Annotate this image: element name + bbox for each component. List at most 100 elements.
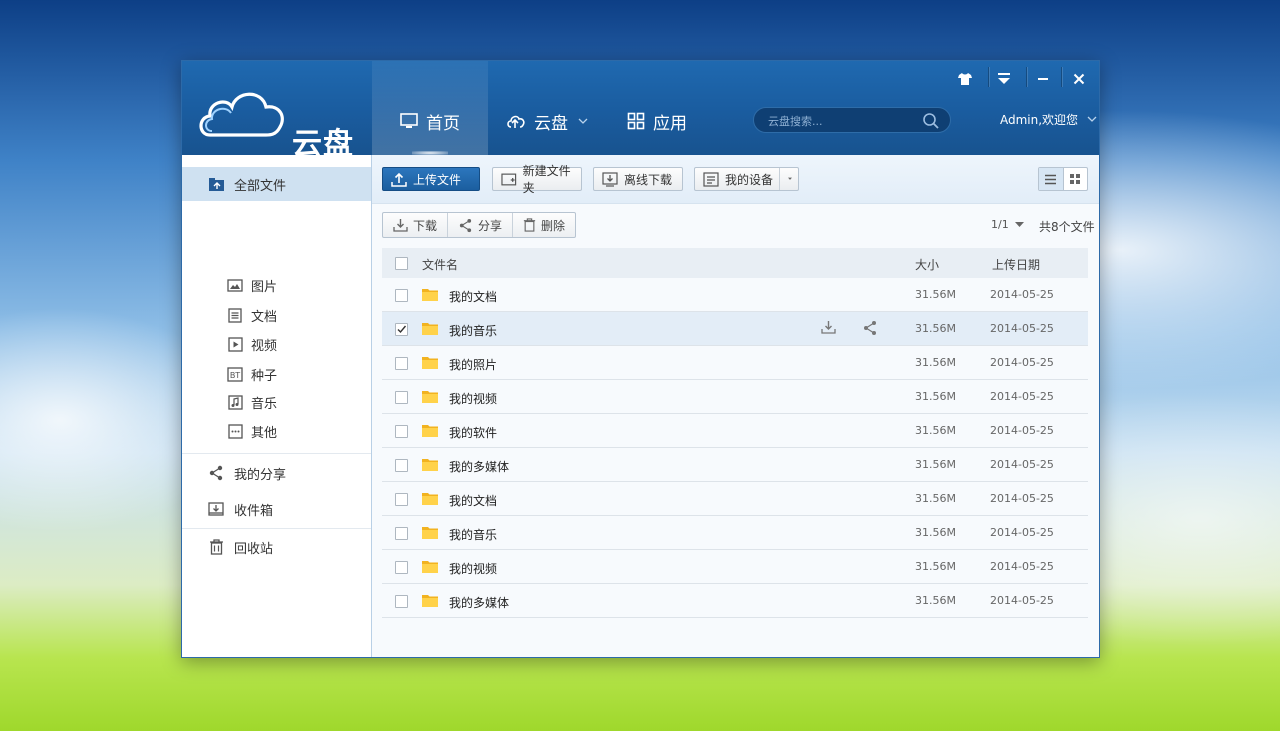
file-size: 31.56M: [915, 356, 956, 369]
minimize-button[interactable]: [1030, 67, 1056, 91]
device-icon: [703, 171, 719, 187]
table-row[interactable]: 我的音乐 31.56M 2014-05-25: [382, 312, 1088, 346]
close-button[interactable]: [1066, 67, 1092, 91]
svg-text:BT: BT: [230, 371, 240, 380]
row-checkbox[interactable]: [395, 561, 408, 574]
my-devices-dropdown[interactable]: [779, 168, 798, 190]
file-size: 31.56M: [915, 492, 956, 505]
sidebar-item-music[interactable]: 音乐: [226, 390, 277, 414]
titlebar-divider: [1026, 67, 1027, 87]
sidebar-item-videos-label: 视频: [251, 338, 278, 354]
offline-download-label: 离线下载: [624, 172, 673, 187]
nav-tab-cloud[interactable]: 云盘: [498, 61, 598, 155]
sidebar-item-torrents-label: 种子: [251, 368, 278, 384]
page-selector[interactable]: 1/1: [991, 218, 1024, 231]
caret-down-icon: [1014, 221, 1024, 227]
list-view-icon: [1045, 174, 1057, 184]
sidebar: 全部文件 图片 文档 视频 BT 种子 音乐 其他 我的分享 收件箱 回收站: [182, 155, 372, 657]
file-name[interactable]: 我的文档: [449, 288, 497, 305]
upload-file-button[interactable]: 上传文件: [382, 167, 480, 191]
file-name[interactable]: 我的多媒体: [449, 594, 509, 611]
share-button[interactable]: 分享: [448, 213, 514, 237]
sidebar-item-recycle-bin-label: 回收站: [234, 541, 274, 557]
row-checkbox[interactable]: [395, 357, 408, 370]
file-name[interactable]: 我的多媒体: [449, 458, 509, 475]
sidebar-item-others[interactable]: 其他: [226, 419, 277, 443]
folder-icon: [422, 527, 438, 539]
delete-label: 删除: [541, 218, 566, 233]
file-name[interactable]: 我的视频: [449, 390, 497, 407]
sidebar-divider: [182, 528, 371, 529]
cloud-logo-icon: [199, 92, 284, 137]
file-name[interactable]: 我的视频: [449, 560, 497, 577]
table-row[interactable]: 我的软件 31.56M 2014-05-25: [382, 414, 1088, 448]
select-all-checkbox[interactable]: [395, 257, 408, 270]
row-checkbox[interactable]: [395, 459, 408, 472]
share-icon: [459, 218, 472, 232]
sidebar-item-my-share[interactable]: 我的分享: [182, 456, 371, 490]
skin-button[interactable]: [952, 67, 978, 91]
nav-tab-apps[interactable]: 应用: [607, 61, 707, 155]
grid-view-button[interactable]: [1064, 168, 1088, 190]
row-checkbox[interactable]: [395, 289, 408, 302]
toolbar: 上传文件 新建文件夹 离线下载 我的设备: [372, 155, 1099, 204]
row-checkbox[interactable]: [395, 425, 408, 438]
offline-download-button[interactable]: 离线下载: [593, 167, 683, 191]
view-toggle: [1038, 167, 1088, 191]
nav-tab-apps-label: 应用: [653, 113, 687, 134]
sidebar-item-recycle-bin[interactable]: 回收站: [182, 530, 371, 564]
file-date: 2014-05-25: [990, 492, 1054, 505]
file-name[interactable]: 我的音乐: [449, 526, 497, 543]
upload-file-label: 上传文件: [413, 172, 462, 187]
file-name[interactable]: 我的音乐: [449, 322, 497, 339]
apps-grid-icon: [627, 112, 645, 130]
row-checkbox[interactable]: [395, 527, 408, 540]
sidebar-item-images[interactable]: 图片: [226, 273, 277, 297]
folder-icon: [422, 425, 438, 437]
file-name[interactable]: 我的照片: [449, 356, 497, 373]
menu-dropdown-button[interactable]: [991, 67, 1017, 91]
row-checkbox[interactable]: [395, 595, 408, 608]
nav-tab-home-label: 首页: [426, 113, 460, 134]
table-row[interactable]: 我的文档 31.56M 2014-05-25: [382, 482, 1088, 516]
row-share-icon[interactable]: [862, 320, 878, 336]
folder-upload-icon: [208, 177, 224, 191]
file-size: 31.56M: [915, 322, 956, 335]
table-row[interactable]: 我的视频 31.56M 2014-05-25: [382, 550, 1088, 584]
table-body: 我的文档 31.56M 2014-05-25 我的音乐 31.56M 2014-05-25…: [382, 278, 1088, 618]
list-view-button[interactable]: [1039, 168, 1064, 190]
search-icon[interactable]: [922, 112, 940, 130]
table-row[interactable]: 我的多媒体 31.56M 2014-05-25: [382, 584, 1088, 618]
search-input[interactable]: [766, 112, 920, 130]
file-size: 31.56M: [915, 288, 956, 301]
file-size: 31.56M: [915, 390, 956, 403]
table-row[interactable]: 我的视频 31.56M 2014-05-25: [382, 380, 1088, 414]
table-row[interactable]: 我的多媒体 31.56M 2014-05-25: [382, 448, 1088, 482]
file-name[interactable]: 我的文档: [449, 492, 497, 509]
my-devices-button[interactable]: 我的设备: [694, 167, 799, 191]
table-row[interactable]: 我的文档 31.56M 2014-05-25: [382, 278, 1088, 312]
row-checkbox[interactable]: [395, 391, 408, 404]
sidebar-item-documents[interactable]: 文档: [226, 303, 277, 327]
file-name[interactable]: 我的软件: [449, 424, 497, 441]
sidebar-item-all-files[interactable]: 全部文件: [182, 167, 371, 201]
table-row[interactable]: 我的照片 31.56M 2014-05-25: [382, 346, 1088, 380]
tshirt-icon: [958, 73, 972, 85]
trash-icon: [523, 218, 536, 232]
sidebar-item-torrents[interactable]: BT 种子: [226, 362, 277, 386]
download-button[interactable]: 下载: [383, 213, 449, 237]
file-date: 2014-05-25: [990, 424, 1054, 437]
row-download-icon[interactable]: [821, 320, 836, 334]
file-date: 2014-05-25: [990, 322, 1054, 335]
user-menu[interactable]: Admin,欢迎您: [1000, 111, 1098, 128]
sidebar-item-inbox[interactable]: 收件箱: [182, 492, 371, 526]
sidebar-item-videos[interactable]: 视频: [226, 332, 277, 356]
close-icon: [1073, 73, 1085, 85]
nav-tab-home[interactable]: 首页: [372, 61, 488, 155]
table-row[interactable]: 我的音乐 31.56M 2014-05-25: [382, 516, 1088, 550]
new-folder-button[interactable]: 新建文件夹: [492, 164, 582, 195]
delete-button[interactable]: 删除: [513, 213, 575, 237]
folder-icon: [422, 289, 438, 301]
row-checkbox[interactable]: [395, 323, 408, 336]
row-checkbox[interactable]: [395, 493, 408, 506]
